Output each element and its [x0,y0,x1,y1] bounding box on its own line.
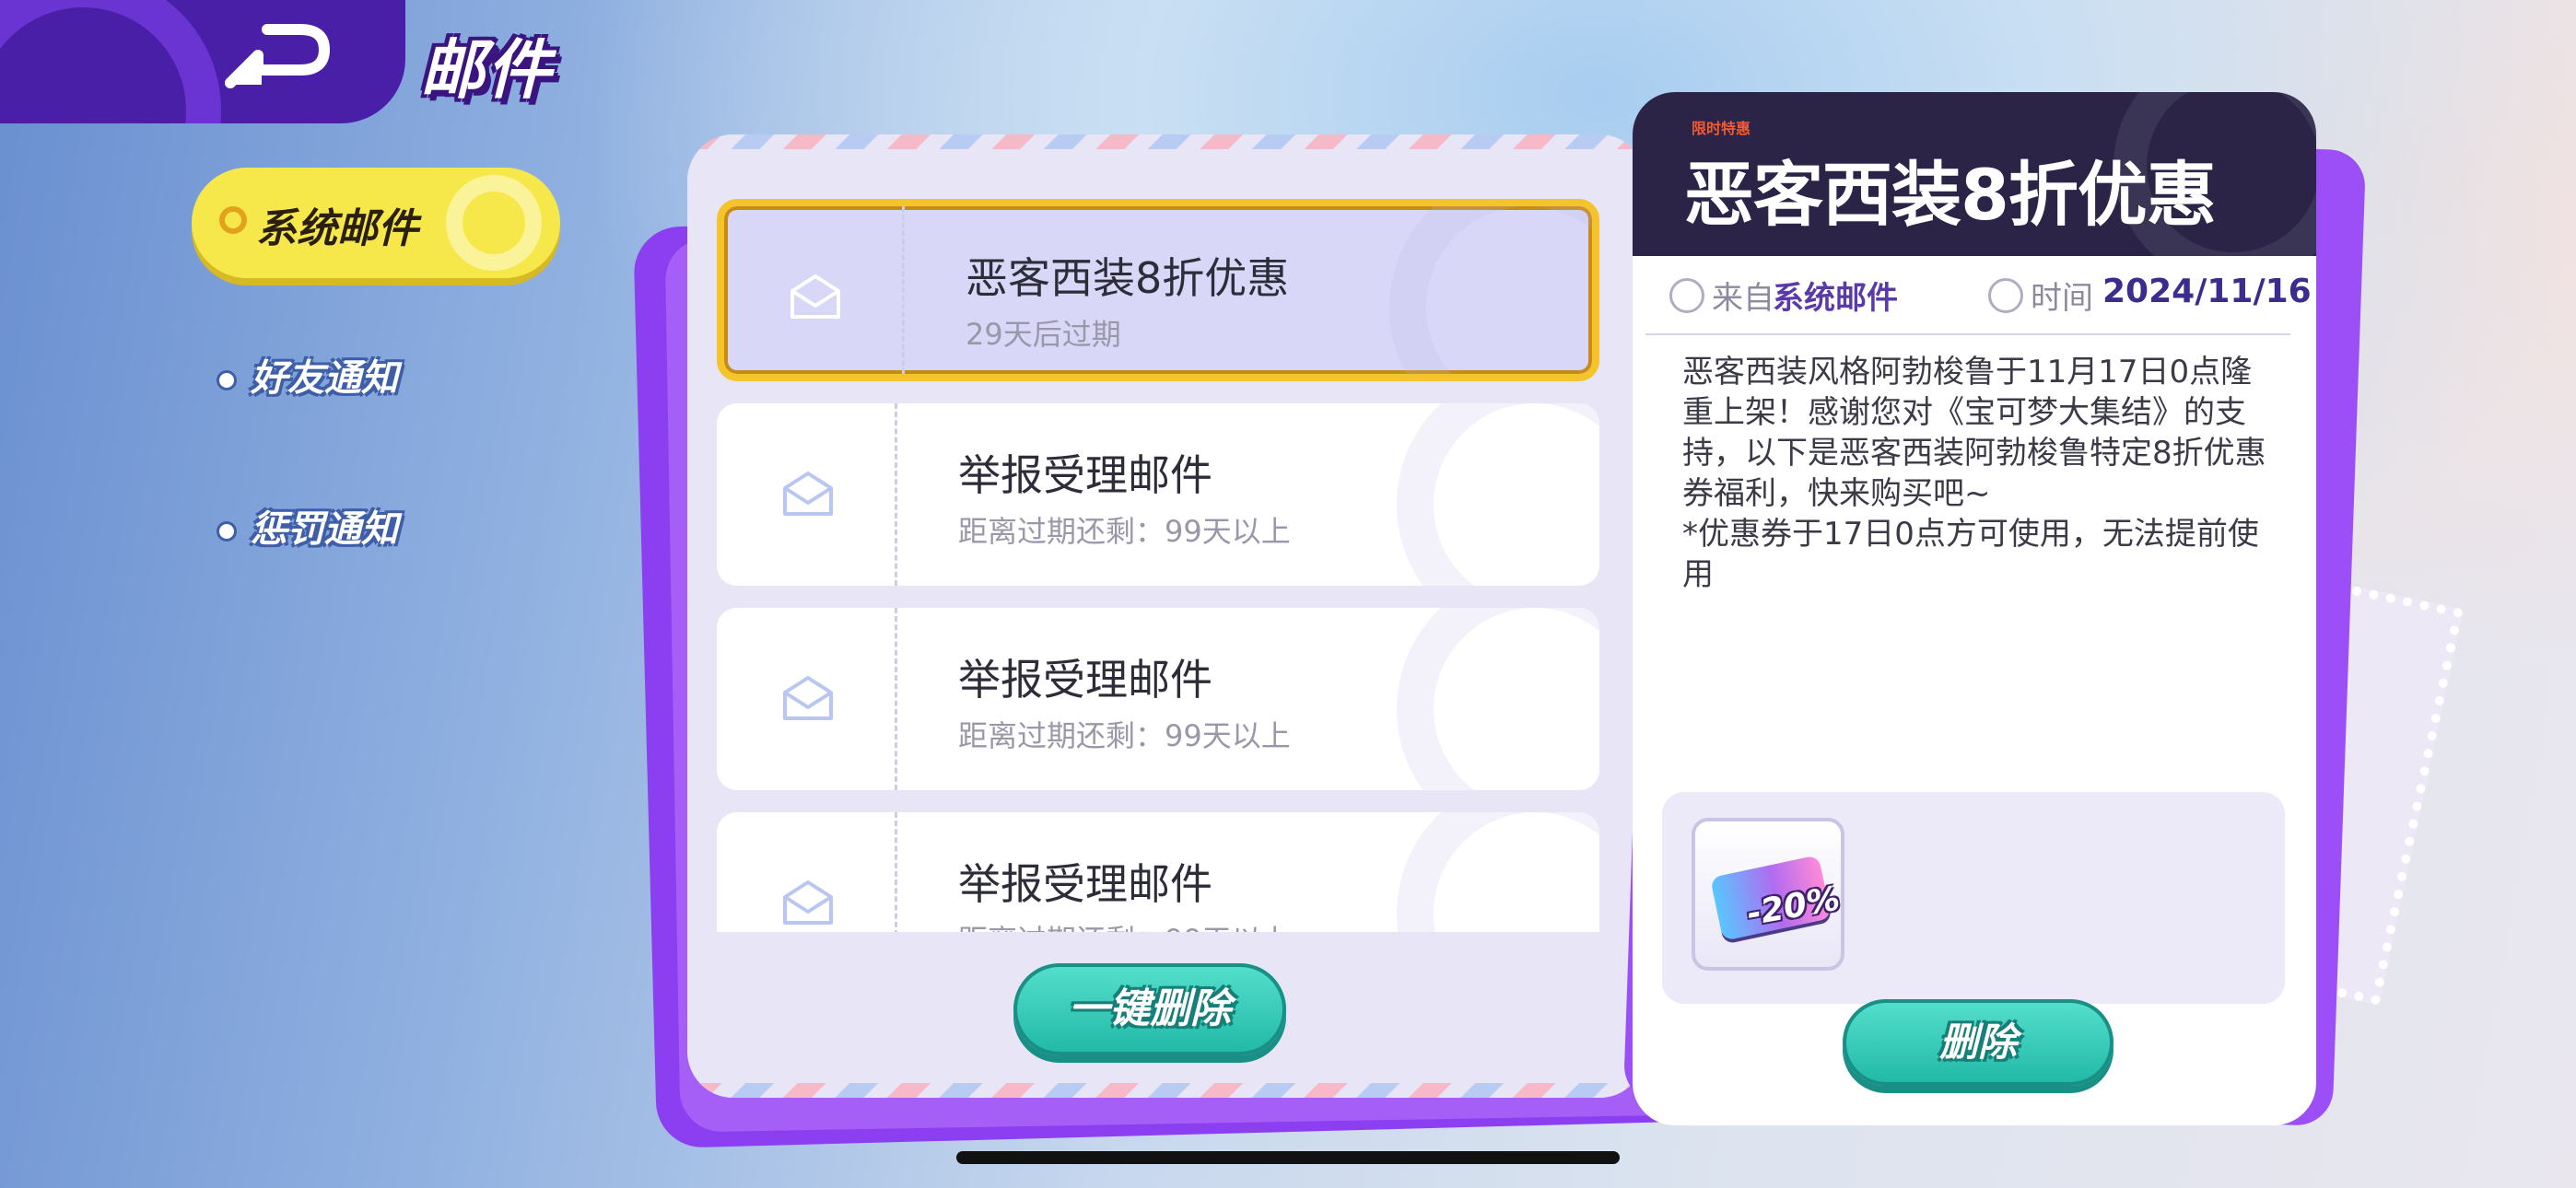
ring-decoration [1397,608,1599,790]
bullet-icon [219,373,234,388]
mail-row[interactable]: 举报受理邮件 距离过期还剩：99天以上 [717,812,1599,932]
promo-tag: 限时特惠 [1692,120,1751,137]
mail-title: 举报受理邮件 [958,655,1212,705]
delete-button[interactable]: 删除 [1843,999,2113,1086]
time-value: 2024/11/16 [2102,273,2312,310]
pokeball-decoration [446,175,542,271]
category-penalty-notice[interactable]: 惩罚通知 [219,499,398,553]
back-tab [0,0,405,123]
mail-expiry: 距离过期还剩：99天以上 [958,718,1291,753]
clock-icon [1988,278,2023,313]
home-indicator [956,1151,1620,1164]
back-arrow-icon[interactable] [221,18,341,92]
envelope-open-icon [783,676,833,720]
mail-row[interactable]: 举报受理邮件 距离过期还剩：99天以上 [717,403,1599,586]
meta-row: 来自 系统邮件 时间 2024/11/16 [1669,273,2312,328]
airmail-stripe-bottom [687,1083,1645,1098]
sender-icon [1669,278,1704,313]
mail-detail-panel: 限时特惠 恶客西装8折优惠 来自 系统邮件 时间 2024/11/16 恶客西装… [1633,92,2316,1125]
envelope-open-icon [790,274,840,319]
envelope-open-icon [783,880,833,925]
mail-title: 举报受理邮件 [958,450,1212,500]
divider [1645,333,2290,335]
category-system-mail[interactable]: 系统邮件 [192,168,560,278]
bullet-icon [219,524,234,539]
ring-decoration [1389,206,1592,374]
category-friend-notice[interactable]: 好友通知 [219,348,398,402]
page-title: 邮件 [420,32,553,108]
mail-expiry: 距离过期还剩：99天以上 [958,514,1291,549]
attachment-area: -20% [1662,792,2285,1004]
mail-row[interactable]: 恶客西装8折优惠 29天后过期 [717,199,1599,381]
airmail-stripe-top [687,134,1645,149]
mail-expiry: 29天后过期 [966,317,1121,352]
mail-expiry: 距离过期还剩：99天以上 [958,917,1291,932]
ring-decoration [1397,403,1599,586]
mail-title: 恶客西装8折优惠 [966,253,1290,303]
category-label: 好友通知 [251,357,398,400]
category-label: 系统邮件 [256,205,418,252]
mail-list[interactable]: 恶客西装8折优惠 29天后过期 举报受理邮件 距离过期还剩：99天以上 举报受理… [717,199,1601,932]
envelope-open-icon [783,472,833,516]
detail-banner: 限时特惠 恶客西装8折优惠 [1633,92,2316,256]
mail-row[interactable]: 举报受理邮件 距离过期还剩：99天以上 [717,608,1599,790]
active-dot-icon [219,206,247,234]
ring-decoration [1397,812,1599,932]
detail-headline: 恶客西装8折优惠 [1684,154,2217,236]
mail-icon-zone [717,608,897,790]
category-label: 惩罚通知 [251,508,398,551]
mail-title: 举报受理邮件 [958,859,1212,909]
from-label: 来自 [1712,280,1774,317]
attachment-item[interactable]: -20% [1692,818,1844,971]
mail-icon-zone [724,206,905,374]
time-label: 时间 [2031,280,2093,317]
swirl-decoration [0,0,221,123]
from-value: 系统邮件 [1773,280,1898,317]
mail-body: 恶客西装风格阿勃梭鲁于11月17日0点隆重上架！感谢您对《宝可梦大集结》的支持，… [1682,354,2266,593]
mail-icon-zone [717,403,897,586]
delete-all-button[interactable]: 一键删除 [1013,963,1286,1055]
mail-icon-zone [717,812,897,932]
